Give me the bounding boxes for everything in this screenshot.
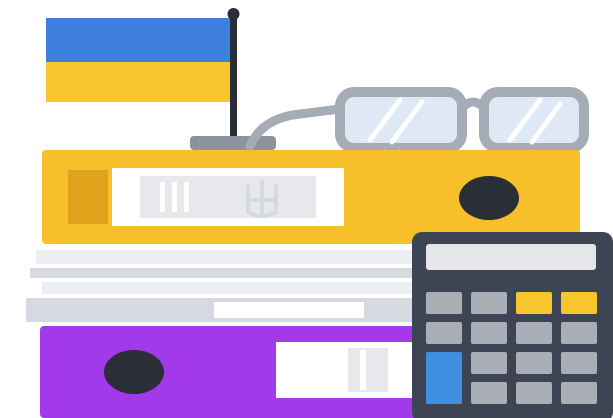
flag-pole-finial	[227, 8, 240, 20]
purple-label-panel	[348, 348, 388, 392]
calculator-key	[561, 382, 597, 404]
flag-pole-base	[190, 136, 276, 150]
calculator-key	[516, 382, 552, 404]
calculator-key	[426, 292, 462, 314]
calculator-key	[516, 352, 552, 374]
calculator-key	[561, 352, 597, 374]
paper-sheet	[42, 282, 476, 294]
calculator-key	[516, 292, 552, 314]
calculator-key-tall	[426, 352, 462, 404]
calculator-screen	[426, 244, 596, 270]
label-bar	[184, 182, 189, 212]
calculator-key	[561, 292, 597, 314]
calculator-key	[471, 352, 507, 374]
flag-blue-stripe	[46, 18, 234, 62]
flag-pole	[230, 12, 237, 144]
calculator-key	[516, 322, 552, 344]
glasses-bridge	[458, 97, 488, 112]
calculator-key	[471, 322, 507, 344]
yellow-binder-ring-hole	[459, 176, 519, 220]
paper-sheet	[30, 268, 476, 278]
calculator-key	[426, 322, 462, 344]
paper-sheet-highlight	[214, 302, 364, 318]
calculator-key	[471, 382, 507, 404]
purple-label-bar	[360, 350, 366, 390]
eyeglasses-icon	[245, 87, 589, 153]
purple-binder-ring-hole	[104, 350, 164, 394]
flag-yellow-stripe	[46, 62, 234, 102]
calculator-key	[561, 322, 597, 344]
calculator-key	[471, 292, 507, 314]
paper-sheet	[36, 250, 476, 264]
label-bar	[160, 182, 165, 212]
yellow-binder-spine-tab	[68, 170, 108, 224]
ukraine-flag-icon	[46, 8, 276, 150]
calculator-icon	[412, 232, 613, 418]
yellow-binder-label-panel	[140, 176, 316, 218]
tax-documents-illustration	[26, 8, 613, 418]
paper-stack	[26, 250, 476, 322]
illustration	[0, 0, 613, 418]
yellow-binder	[42, 150, 580, 244]
label-bar	[172, 182, 177, 212]
